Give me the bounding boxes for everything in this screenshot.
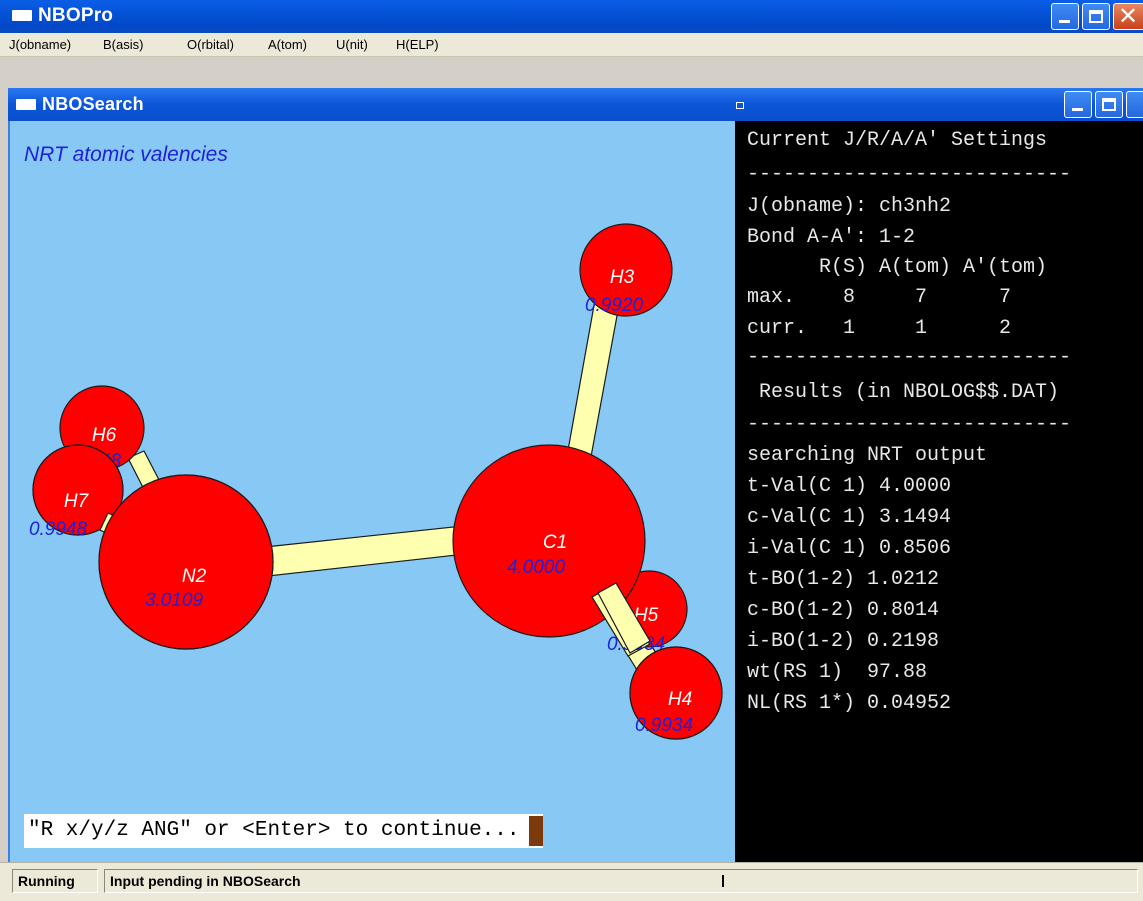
terminal-line: curr. 1 1 2 [747, 317, 1012, 340]
close-icon: ✕ [1117, 3, 1139, 30]
terminal-line: wt(RS 1) 97.88 [747, 661, 928, 684]
child-window-title-bar[interactable]: NBOSearch [8, 88, 1143, 121]
terminal-line: c-BO(1-2) 0.8014 [747, 599, 940, 622]
menu-orbital[interactable]: O(rbital) [187, 37, 234, 52]
menu-jobname[interactable]: J(obname) [9, 37, 71, 52]
atom-value-c1: 4.0000 [507, 557, 566, 578]
atom-label-n2: N2 [182, 566, 207, 587]
terminal-separator: --------------------------- [747, 163, 1072, 186]
main-title-bar[interactable]: NBOPro ✕ [0, 0, 1143, 33]
status-state: Running [12, 869, 98, 893]
molecule-view[interactable]: H3 0.9920 H6 0.9948 H7 0.9948 N2 3.0109 … [10, 121, 735, 862]
terminal-line: c-Val(C 1) 3.1494 [747, 506, 952, 529]
atom-value-h7: 0.9948 [29, 519, 88, 540]
terminal-line: t-Val(C 1) 4.0000 [747, 475, 952, 498]
menu-atom[interactable]: A(tom) [268, 37, 307, 52]
terminal-line: J(obname): ch3nh2 [747, 195, 952, 218]
terminal-separator: --------------------------- [747, 346, 1072, 369]
child-window-icon [16, 99, 36, 110]
status-divider [722, 875, 724, 887]
minimize-icon [1059, 20, 1070, 23]
status-message: Input pending in NBOSearch [104, 869, 1138, 893]
bond-n2-c1 [264, 524, 476, 577]
atom-label-c1: C1 [543, 532, 567, 553]
settings-output-pane[interactable]: Current J/R/A/A' Settings --------------… [735, 121, 1143, 862]
molecule-graphics-pane[interactable]: H3 0.9920 H6 0.9948 H7 0.9948 N2 3.0109 … [10, 121, 735, 862]
app-window-icon [12, 10, 32, 21]
terminal-line: i-BO(1-2) 0.2198 [747, 630, 940, 653]
menu-help[interactable]: H(ELP) [396, 37, 439, 52]
menu-unit[interactable]: U(nit) [336, 37, 368, 52]
atom-label-h4: H4 [668, 689, 692, 710]
app-title: NBOPro [38, 5, 114, 26]
terminal-separator: --------------------------- [747, 413, 1072, 436]
child-close-button[interactable] [1126, 91, 1143, 118]
menu-basis[interactable]: B(asis) [103, 37, 143, 52]
atom-label-h6: H6 [92, 425, 117, 446]
terminal-line: R(S) A(tom) A'(tom) [747, 256, 1048, 279]
maximize-button[interactable] [1082, 3, 1110, 30]
terminal-line: Results (in NBOLOG$$.DAT) [747, 381, 1060, 404]
terminal-line: i-Val(C 1) 0.8506 [747, 537, 952, 560]
terminal-line: Current J/R/A/A' Settings [747, 129, 1048, 152]
terminal-line: t-BO(1-2) 1.0212 [747, 568, 940, 591]
close-button[interactable]: ✕ [1113, 3, 1143, 30]
command-prompt[interactable]: "R x/y/z ANG" or <Enter> to continue... [24, 814, 544, 848]
child-minimize-button[interactable] [1064, 91, 1092, 118]
atom-n2-front [98, 474, 274, 650]
restore-marker-icon [736, 102, 744, 109]
menu-bar: J(obname) B(asis) O(rbital) A(tom) U(nit… [0, 33, 1143, 57]
maximize-icon [1102, 98, 1116, 111]
minimize-icon [1072, 108, 1083, 111]
atom-label-h7: H7 [64, 491, 90, 512]
terminal-line: NL(RS 1*) 0.04952 [747, 692, 952, 715]
child-window-title: NBOSearch [42, 94, 144, 114]
graphics-caption: NRT atomic valencies [24, 143, 228, 166]
terminal-line: Bond A-A': 1-2 [747, 226, 916, 249]
terminal-line: searching NRT output [747, 444, 988, 467]
atom-value-n2: 3.0109 [145, 590, 204, 611]
prompt-text: "R x/y/z ANG" or <Enter> to continue... [28, 819, 520, 842]
atom-label-h3: H3 [610, 267, 635, 288]
status-bar: Running Input pending in NBOSearch [0, 862, 1143, 901]
maximize-icon [1089, 10, 1103, 23]
child-maximize-button[interactable] [1095, 91, 1123, 118]
atom-value-h4: 0.9934 [635, 715, 693, 736]
terminal-line: max. 8 7 7 [747, 286, 1012, 309]
text-cursor [529, 816, 544, 846]
minimize-button[interactable] [1051, 3, 1079, 30]
atom-value-h3: 0.9920 [585, 295, 644, 316]
